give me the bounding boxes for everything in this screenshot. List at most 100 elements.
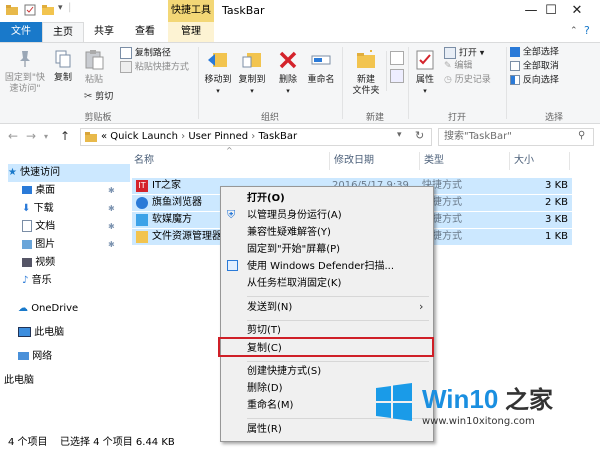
nav-this-pc[interactable]: 此电脑 (18, 324, 64, 342)
copy-path-button[interactable]: 复制路径 (120, 47, 171, 60)
select-none-label: 全部取消 (522, 61, 559, 72)
menu-item-delete[interactable]: 删除(D) (247, 380, 283, 398)
nav-network[interactable]: 网络 (18, 348, 52, 366)
title-bar: ▾ | 快捷工具 TaskBar — ☐ ✕ (0, 0, 600, 22)
tab-manage[interactable]: 管理 (168, 22, 214, 42)
breadcrumb-item[interactable]: User Pinned (188, 131, 248, 142)
paste-button[interactable]: 粘贴 (80, 49, 108, 86)
nav-label: 音乐 (31, 275, 52, 286)
defender-icon (227, 260, 238, 271)
menu-item-troubleshoot[interactable]: 兼容性疑难解答(Y) (247, 224, 331, 242)
menu-item-create-shortcut[interactable]: 创建快捷方式(S) (247, 363, 321, 381)
move-to-label: 移动到 (204, 75, 232, 85)
select-all-button[interactable]: 全部选择 (510, 47, 559, 59)
menu-item-send-to[interactable]: 发送到(N) (247, 299, 292, 317)
nav-item-downloads[interactable]: ⬇ 下载 (22, 200, 54, 218)
menu-item-open[interactable]: 打开(O) (247, 190, 285, 208)
column-header-date[interactable]: 修改日期 (330, 152, 420, 170)
properties-label: 属性 (415, 75, 434, 85)
copy-to-button[interactable]: 复制到 ▾ (236, 49, 268, 97)
forward-arrow-icon[interactable]: → (26, 129, 36, 143)
pin-icon: ✱ (108, 222, 115, 231)
delete-label: 删除 (278, 75, 297, 85)
copy-icon (55, 50, 71, 68)
help-icon[interactable]: ? (584, 24, 590, 37)
search-icon: ⚲ (578, 130, 586, 141)
tab-home[interactable]: 主页 (42, 22, 84, 42)
computer-icon (18, 327, 31, 337)
quick-access-dropdown-icon[interactable]: ▾ (58, 3, 63, 13)
tab-view[interactable]: 查看 (124, 22, 166, 42)
nav-item-pictures[interactable]: 图片 (22, 236, 55, 254)
recent-dropdown-icon[interactable]: ▾ (44, 132, 48, 141)
shield-icon: ⛨ (227, 208, 236, 221)
menu-separator (247, 361, 429, 362)
back-arrow-icon[interactable]: ← (8, 129, 18, 143)
file-name: 软媒魔方 (152, 214, 192, 225)
tab-share[interactable]: 共享 (84, 22, 124, 42)
select-none-button[interactable]: 全部取消 (510, 61, 559, 73)
address-bar[interactable]: « Quick Launch › User Pinned › TaskBar ▾… (80, 128, 432, 146)
pin-quick-access-button[interactable]: 固定到"快 速访问" (2, 49, 48, 95)
nav-onedrive[interactable]: ☁ OneDrive (18, 300, 78, 318)
paste-shortcut-button[interactable]: 粘贴快捷方式 (120, 61, 189, 74)
properties-button[interactable]: 属性 ▾ (412, 49, 438, 97)
nav-item-videos[interactable]: 视频 (22, 254, 55, 272)
nav-quick-access[interactable]: ★ 快速访问 (8, 164, 130, 182)
address-dropdown-icon[interactable]: ▾ (397, 130, 402, 140)
delete-button[interactable]: 删除 ▾ (274, 49, 302, 97)
nav-item-documents[interactable]: 文档 (22, 218, 55, 236)
rename-button[interactable]: 重命名 (304, 49, 338, 86)
refresh-icon[interactable]: ↻ (415, 129, 424, 142)
easy-access-icon[interactable] (390, 69, 404, 83)
menu-item-run-as-admin[interactable]: 以管理员身份运行(A) (247, 207, 342, 225)
copy-to-label: 复制到 (238, 75, 266, 85)
clipboard-group-label: 剪贴板 (84, 113, 112, 123)
properties-quick-icon[interactable] (24, 4, 36, 16)
nav-item-music[interactable]: ♪ 音乐 (22, 272, 52, 290)
cube-icon (136, 214, 148, 226)
invert-selection-button[interactable]: 反向选择 (510, 75, 559, 87)
tab-file[interactable]: 文件 (0, 22, 42, 42)
new-folder-quick-icon[interactable] (42, 4, 54, 16)
open-group-label: 打开 (447, 113, 466, 123)
menu-item-pin-start[interactable]: 固定到"开始"屏幕(P) (247, 241, 340, 259)
pin-icon (20, 51, 30, 67)
it-home-icon: IT (136, 180, 148, 192)
nav-label: 视频 (35, 257, 56, 268)
browser-icon (136, 197, 148, 209)
up-arrow-icon[interactable]: ↑ (60, 129, 70, 143)
search-input[interactable]: 搜索"TaskBar" (438, 128, 594, 146)
file-size: 2 KB (545, 197, 568, 208)
new-item-icon[interactable] (390, 51, 404, 65)
column-header-size[interactable]: 大小 (510, 152, 570, 170)
new-folder-icon (357, 50, 375, 68)
nav-item-desktop[interactable]: 桌面 (22, 182, 55, 200)
menu-item-defender-scan[interactable]: 使用 Windows Defender扫描... (247, 258, 394, 276)
close-button[interactable]: ✕ (554, 0, 600, 22)
history-button[interactable]: ◷ 历史记录 (444, 75, 491, 86)
paste-shortcut-icon (120, 61, 132, 73)
nav-label: 此电脑 (34, 327, 65, 338)
copy-path-label: 复制路径 (134, 48, 171, 59)
menu-item-rename[interactable]: 重命名(M) (247, 397, 293, 415)
move-to-button[interactable]: 移动到 ▾ (202, 49, 234, 97)
breadcrumb-item[interactable]: TaskBar (258, 131, 297, 142)
properties-icon (416, 50, 434, 70)
copy-button[interactable]: 复制 (50, 49, 76, 84)
move-to-icon (208, 53, 227, 67)
folder-icon (85, 132, 97, 142)
breadcrumb: « Quick Launch › User Pinned › TaskBar (101, 130, 297, 144)
edit-button[interactable]: ✎ 编辑 (444, 61, 472, 72)
menu-item-unpin-taskbar[interactable]: 从任务栏取消固定(K) (247, 275, 341, 293)
open-button[interactable]: 打开 ▾ (444, 47, 484, 60)
cut-button[interactable]: ✂ 剪切 (84, 91, 113, 103)
contextual-tab-group: 快捷工具 (168, 0, 214, 22)
column-header-type[interactable]: 类型 (420, 152, 510, 170)
breadcrumb-item[interactable]: « Quick Launch (101, 131, 178, 142)
nav-homegroup[interactable]: 此电脑 (4, 372, 34, 390)
ribbon-collapse-icon[interactable]: ⌃ (570, 26, 578, 36)
new-folder-button[interactable]: 新建 文件夹 (346, 49, 386, 97)
watermark: Win10 之家 www.win10xitong.com (370, 376, 592, 434)
select-all-label: 全部选择 (522, 47, 559, 58)
